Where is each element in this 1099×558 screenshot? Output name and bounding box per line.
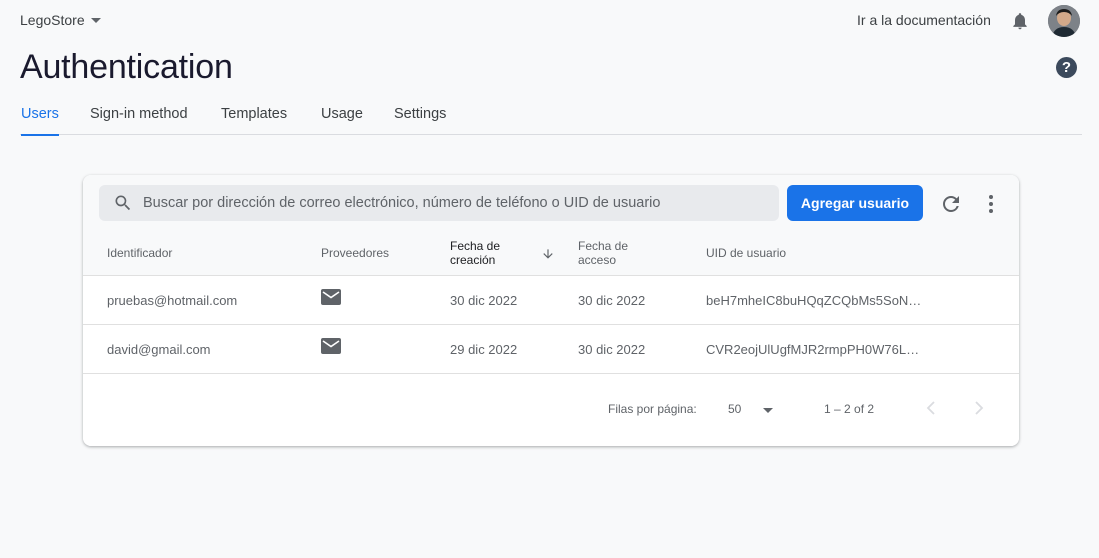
user-created-date: 30 dic 2022 [450, 293, 518, 308]
project-selector[interactable]: LegoStore [20, 12, 101, 28]
user-avatar[interactable] [1048, 5, 1080, 37]
search-input[interactable]: Buscar por dirección de correo electróni… [99, 185, 779, 221]
avatar-image [1048, 5, 1080, 37]
column-header-uid[interactable]: UID de usuario [706, 246, 786, 260]
table-row[interactable]: david@gmail.com 29 dic 2022 30 dic 2022 … [83, 324, 1019, 373]
tab-sign-in-method[interactable]: Sign-in method [90, 106, 188, 135]
more-options-icon[interactable] [981, 192, 1001, 216]
user-access-date: 30 dic 2022 [578, 293, 646, 308]
top-bar: LegoStore Ir a la documentación [0, 0, 1099, 44]
next-page-icon[interactable] [972, 400, 986, 416]
previous-page-icon[interactable] [924, 400, 938, 416]
tab-bar: Users Sign-in method Templates Usage Set… [20, 98, 1082, 136]
email-icon [321, 338, 341, 354]
page-range: 1 – 2 of 2 [824, 402, 875, 416]
tab-templates[interactable]: Templates [221, 106, 287, 135]
user-uid: CVR2eojUlUgfMJR2rmpPH0W76L… [706, 342, 920, 357]
column-header-identifier[interactable]: Identificador [107, 246, 172, 260]
column-header-access-line1: Fecha de [578, 239, 629, 253]
tab-usage[interactable]: Usage [321, 106, 363, 135]
user-identifier: david@gmail.com [107, 342, 211, 357]
add-user-button[interactable]: Agregar usuario [787, 185, 923, 221]
column-header-created-line1: Fecha de [450, 239, 501, 253]
page-title: Authentication [20, 48, 233, 86]
user-created-date: 29 dic 2022 [450, 342, 518, 357]
rows-per-page-label: Filas por página: [608, 402, 697, 416]
users-table-card: Buscar por dirección de correo electróni… [83, 175, 1019, 446]
chevron-down-icon [90, 17, 101, 23]
user-uid: beH7mheIC8buHQqZCQbMs5SoN… [706, 293, 922, 308]
chevron-down-icon[interactable] [763, 408, 773, 413]
tab-settings[interactable]: Settings [394, 106, 446, 135]
rows-per-page-select[interactable]: 50 [728, 402, 741, 416]
user-identifier: pruebas@hotmail.com [107, 293, 238, 308]
refresh-icon[interactable] [939, 192, 963, 216]
table-pagination: Filas por página: 50 1 – 2 of 2 [83, 373, 1019, 446]
help-icon[interactable]: ? [1056, 57, 1077, 78]
column-header-access-line2: acceso [578, 253, 617, 267]
project-name: LegoStore [20, 12, 85, 28]
sort-descending-icon[interactable] [541, 247, 555, 261]
docs-link[interactable]: Ir a la documentación [857, 12, 991, 28]
column-header-created[interactable]: Fecha de creación [450, 239, 500, 267]
table-row[interactable]: pruebas@hotmail.com 30 dic 2022 30 dic 2… [83, 275, 1019, 324]
column-header-providers[interactable]: Proveedores [321, 246, 389, 260]
column-header-created-line2: creación [450, 253, 496, 267]
email-icon [321, 289, 341, 305]
search-placeholder: Buscar por dirección de correo electróni… [143, 195, 661, 211]
user-access-date: 30 dic 2022 [578, 342, 646, 357]
table-toolbar: Buscar por dirección de correo electróni… [83, 175, 1019, 275]
notifications-icon[interactable] [1010, 11, 1030, 31]
tab-users[interactable]: Users [21, 106, 59, 136]
column-header-last-access[interactable]: Fecha de acceso [578, 239, 628, 267]
search-icon [115, 195, 131, 211]
